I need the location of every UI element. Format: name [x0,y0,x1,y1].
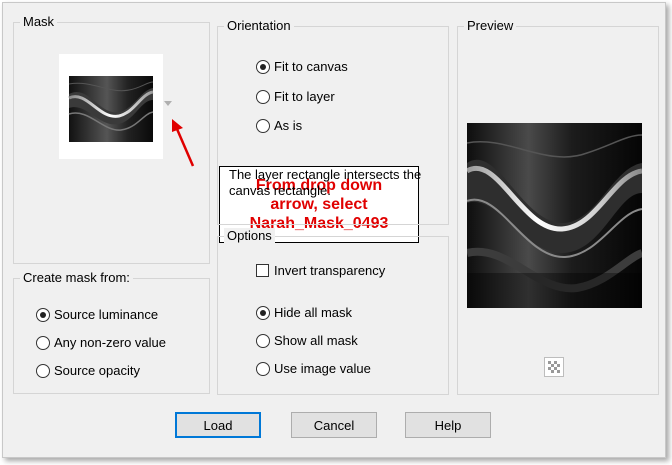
radio-dot[interactable] [256,118,270,133]
orientation-note: The layer rectangle intersects the canva… [229,167,422,198]
invert-transparency-checkbox[interactable]: Invert transparency [256,263,385,278]
radio-label: Use image value [274,361,371,376]
radio-dot[interactable] [256,333,270,348]
preview-legend: Preview [464,18,517,33]
radio-dot[interactable] [36,363,50,378]
mask-legend: Mask [20,14,58,29]
radio-label: Source opacity [54,363,140,378]
checkbox-label: Invert transparency [274,263,386,278]
radio-label: Hide all mask [274,305,353,320]
orientation-legend: Orientation [224,18,294,33]
create-mask-from-legend: Create mask from: [20,270,133,285]
radio-label: Fit to layer [274,89,335,104]
radio-dot[interactable] [256,59,270,74]
load-button[interactable]: Load [175,412,261,438]
radio-dot[interactable] [36,335,50,350]
load-mask-dialog: Mask From drop down arrow, select Narah_… [2,2,666,458]
checkbox-box[interactable] [256,264,269,277]
radio-source-luminance[interactable]: Source luminance [36,307,158,322]
radio-fit-to-layer[interactable]: Fit to layer [256,89,335,104]
radio-label: Show all mask [274,333,358,348]
checkerboard-pattern [548,361,560,373]
callout-arrow-icon [172,119,195,167]
options-legend: Options [224,228,275,243]
radio-fit-to-canvas[interactable]: Fit to canvas [256,59,348,74]
radio-use-image-value[interactable]: Use image value [256,361,371,376]
preview-image [467,123,642,308]
radio-as-is[interactable]: As is [256,118,302,133]
triangle-down-icon[interactable] [163,100,173,108]
radio-source-opacity[interactable]: Source opacity [36,363,140,378]
radio-show-all-mask[interactable]: Show all mask [256,333,358,348]
radio-label: Any non-zero value [54,335,167,350]
radio-dot[interactable] [256,361,270,376]
radio-hide-all-mask[interactable]: Hide all mask [256,305,352,320]
radio-dot[interactable] [36,307,50,322]
radio-label: As is [274,118,303,133]
mask-thumbnail-image [68,76,154,142]
radio-label: Source luminance [54,307,159,322]
radio-any-non-zero-value[interactable]: Any non-zero value [36,335,166,350]
checkerboard-icon[interactable] [544,357,564,377]
help-button[interactable]: Help [405,412,491,438]
mask-thumbnail[interactable] [59,54,163,159]
radio-label: Fit to canvas [274,59,348,74]
radio-dot[interactable] [256,89,270,104]
cancel-button[interactable]: Cancel [291,412,377,438]
radio-dot[interactable] [256,305,270,320]
